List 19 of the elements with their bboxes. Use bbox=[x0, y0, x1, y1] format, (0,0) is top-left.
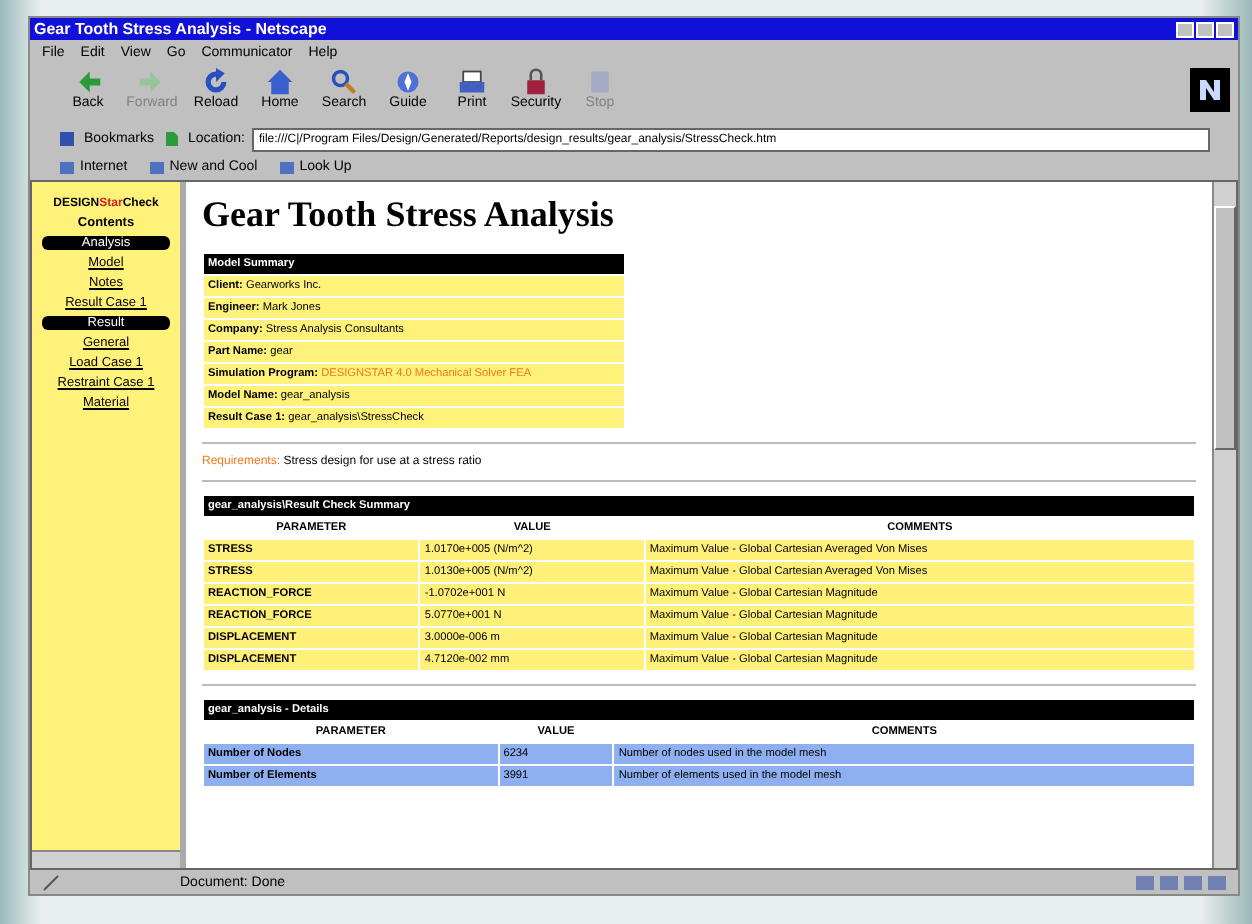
house-icon bbox=[266, 68, 294, 96]
bookmark-icon bbox=[147, 158, 166, 176]
scrollbar[interactable] bbox=[32, 850, 180, 868]
bookmark-icon bbox=[277, 158, 296, 176]
search-icon bbox=[330, 68, 358, 96]
maximize-button[interactable] bbox=[1196, 21, 1214, 37]
arrow-left-icon bbox=[74, 68, 102, 96]
logo-icon bbox=[1190, 68, 1230, 112]
compass-icon bbox=[394, 68, 422, 96]
minimize-button[interactable] bbox=[1176, 21, 1194, 37]
scrollbar[interactable] bbox=[1212, 182, 1236, 868]
arrow-right-icon bbox=[138, 68, 166, 96]
page-icon bbox=[162, 130, 181, 148]
padlock-icon bbox=[522, 68, 550, 96]
close-button[interactable] bbox=[1216, 21, 1234, 37]
page-heading: Gear Tooth Stress Analysis bbox=[202, 194, 616, 236]
window-title: Gear Tooth Stress Analysis - Netscape bbox=[34, 20, 327, 38]
reload-icon bbox=[202, 68, 230, 96]
printer-icon bbox=[458, 68, 486, 96]
